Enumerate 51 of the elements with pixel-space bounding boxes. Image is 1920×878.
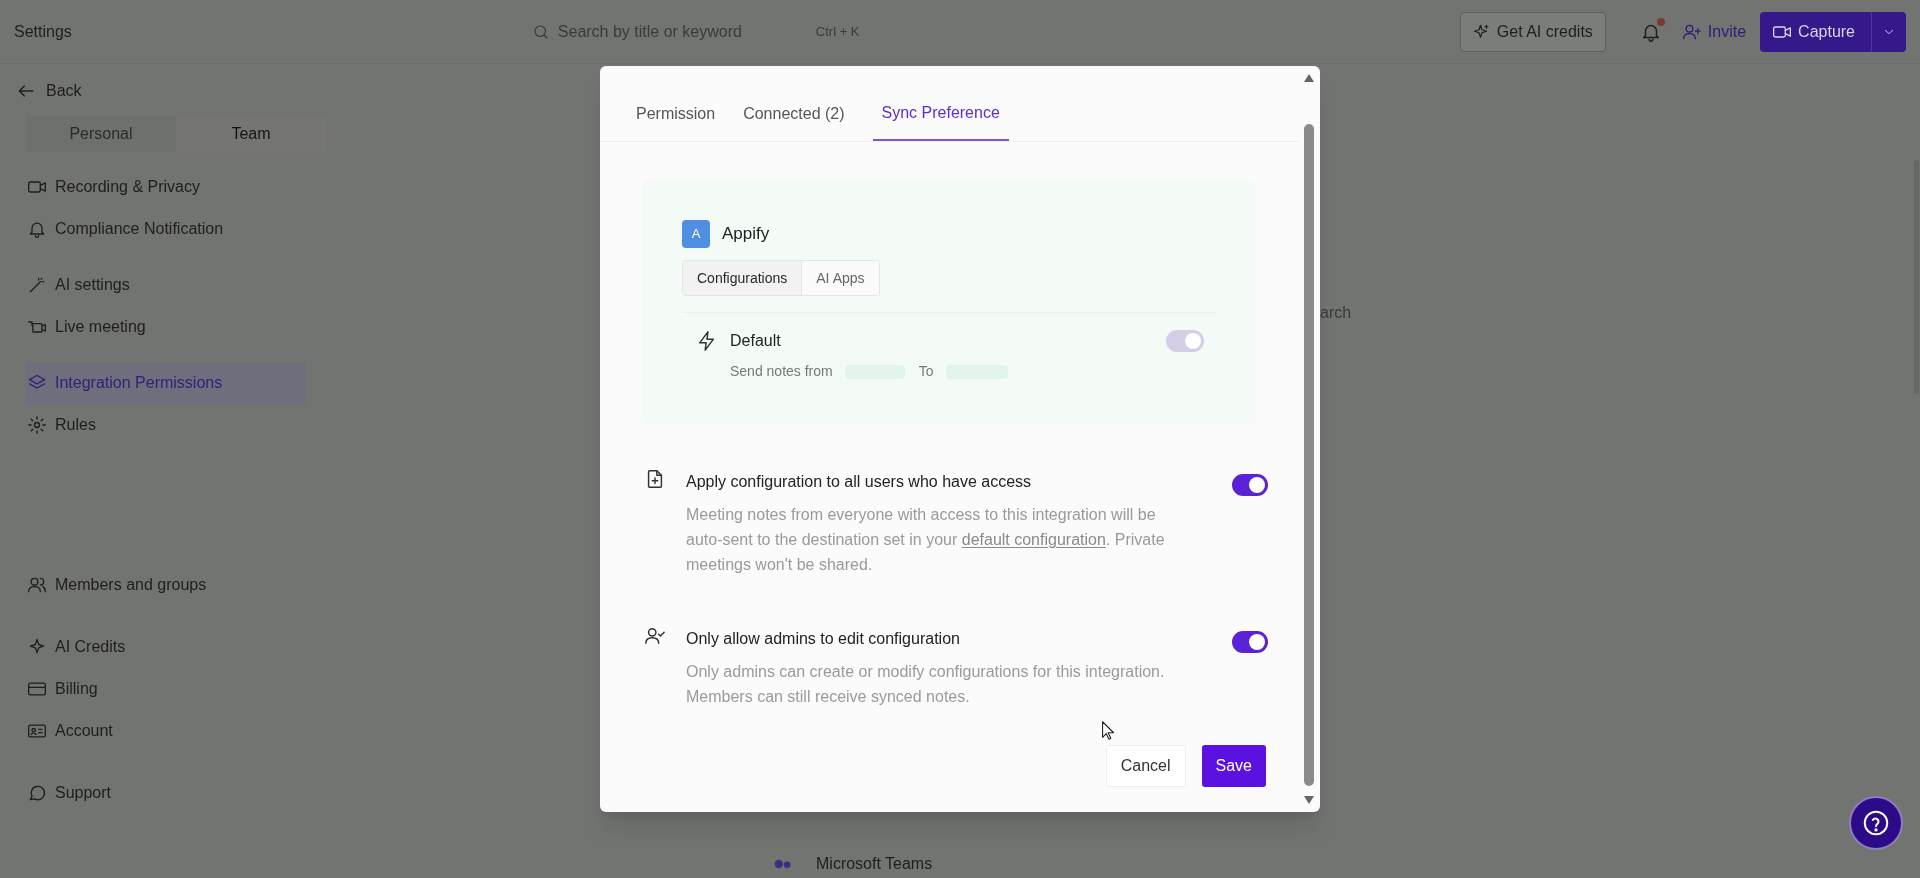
option-description: Only admins can create or modify configurations for this integration. Members can still receive synced notes. [686,662,1166,707]
option-title: Only allow admins to edit configuration [686,629,961,649]
integration-name: Microsoft Teams [816,854,933,874]
help-button[interactable] [1849,796,1903,850]
chat-bubble-icon [27,783,47,803]
user-check-icon [644,625,666,647]
page-title: Settings [14,21,72,42]
sparkle-icon [1472,22,1491,41]
sidebar-item[interactable]: Compliance Notification [26,208,306,250]
route-label: Send notes from [730,362,833,381]
segment-tab[interactable]: AI Apps [802,261,879,295]
sidebar-item[interactable]: Integration Permissions [26,362,306,404]
shortcut-hint: Ctrl + K [815,22,860,41]
toggle-switch[interactable] [1232,631,1268,653]
sidebar-item[interactable]: Recording & Privacy [26,166,306,208]
route-label: To [918,362,934,381]
invite-button[interactable]: Invite [1681,19,1747,44]
sidebar-item[interactable]: Members and groups [26,564,306,606]
modal-tab[interactable]: Connected (2) [743,87,845,141]
question-mark-icon [1861,808,1891,838]
sidebar-item[interactable]: Live meeting [26,306,306,348]
configuration-link[interactable]: default configuration [961,531,1106,548]
app-name: Appify [722,223,770,246]
scrollbar-thumb[interactable] [1304,124,1314,786]
credits-button[interactable]: Get AI credits [1459,11,1606,52]
sidebar-item[interactable]: Account [26,710,306,752]
segment-tab[interactable]: Configurations [683,261,803,295]
modal-tab[interactable]: Permission [636,87,716,141]
sidebar-item[interactable]: Billing [26,668,306,710]
scope-tab[interactable]: Personal [26,116,176,152]
search-icon [531,22,550,41]
magic-wand-icon [27,275,47,295]
option-title: Apply configuration to all users who have access [686,472,1033,492]
users-icon [27,575,47,595]
sidebar-item[interactable]: Rules [26,404,306,446]
save-button[interactable]: Save [1201,745,1266,787]
capture-button[interactable]: Capture [1760,11,1906,52]
sidebar-item[interactable]: AI settings [26,264,306,306]
toggle-switch[interactable] [1232,474,1268,496]
modal-tab[interactable]: Sync Preference [872,87,1009,141]
scroll-down-icon[interactable] [1302,794,1316,806]
back-link[interactable]: Back [0,72,300,110]
option-description: Meeting notes from everyone with access to this integration will be auto-sent to the destination set in your default configuration. Private meetings won't be shared. [686,505,1166,575]
sidebar-item[interactable]: Support [26,772,306,814]
search-placeholder-text: arch [1320,303,1352,323]
app-logo: A [682,220,710,248]
sidebar-item[interactable]: AI Credits [26,626,306,668]
scroll-up-icon[interactable] [1302,72,1316,84]
search-field[interactable]: Search by title or keyword [557,19,808,44]
config-name: Default [730,331,781,351]
cancel-button[interactable]: Cancel [1105,745,1186,787]
